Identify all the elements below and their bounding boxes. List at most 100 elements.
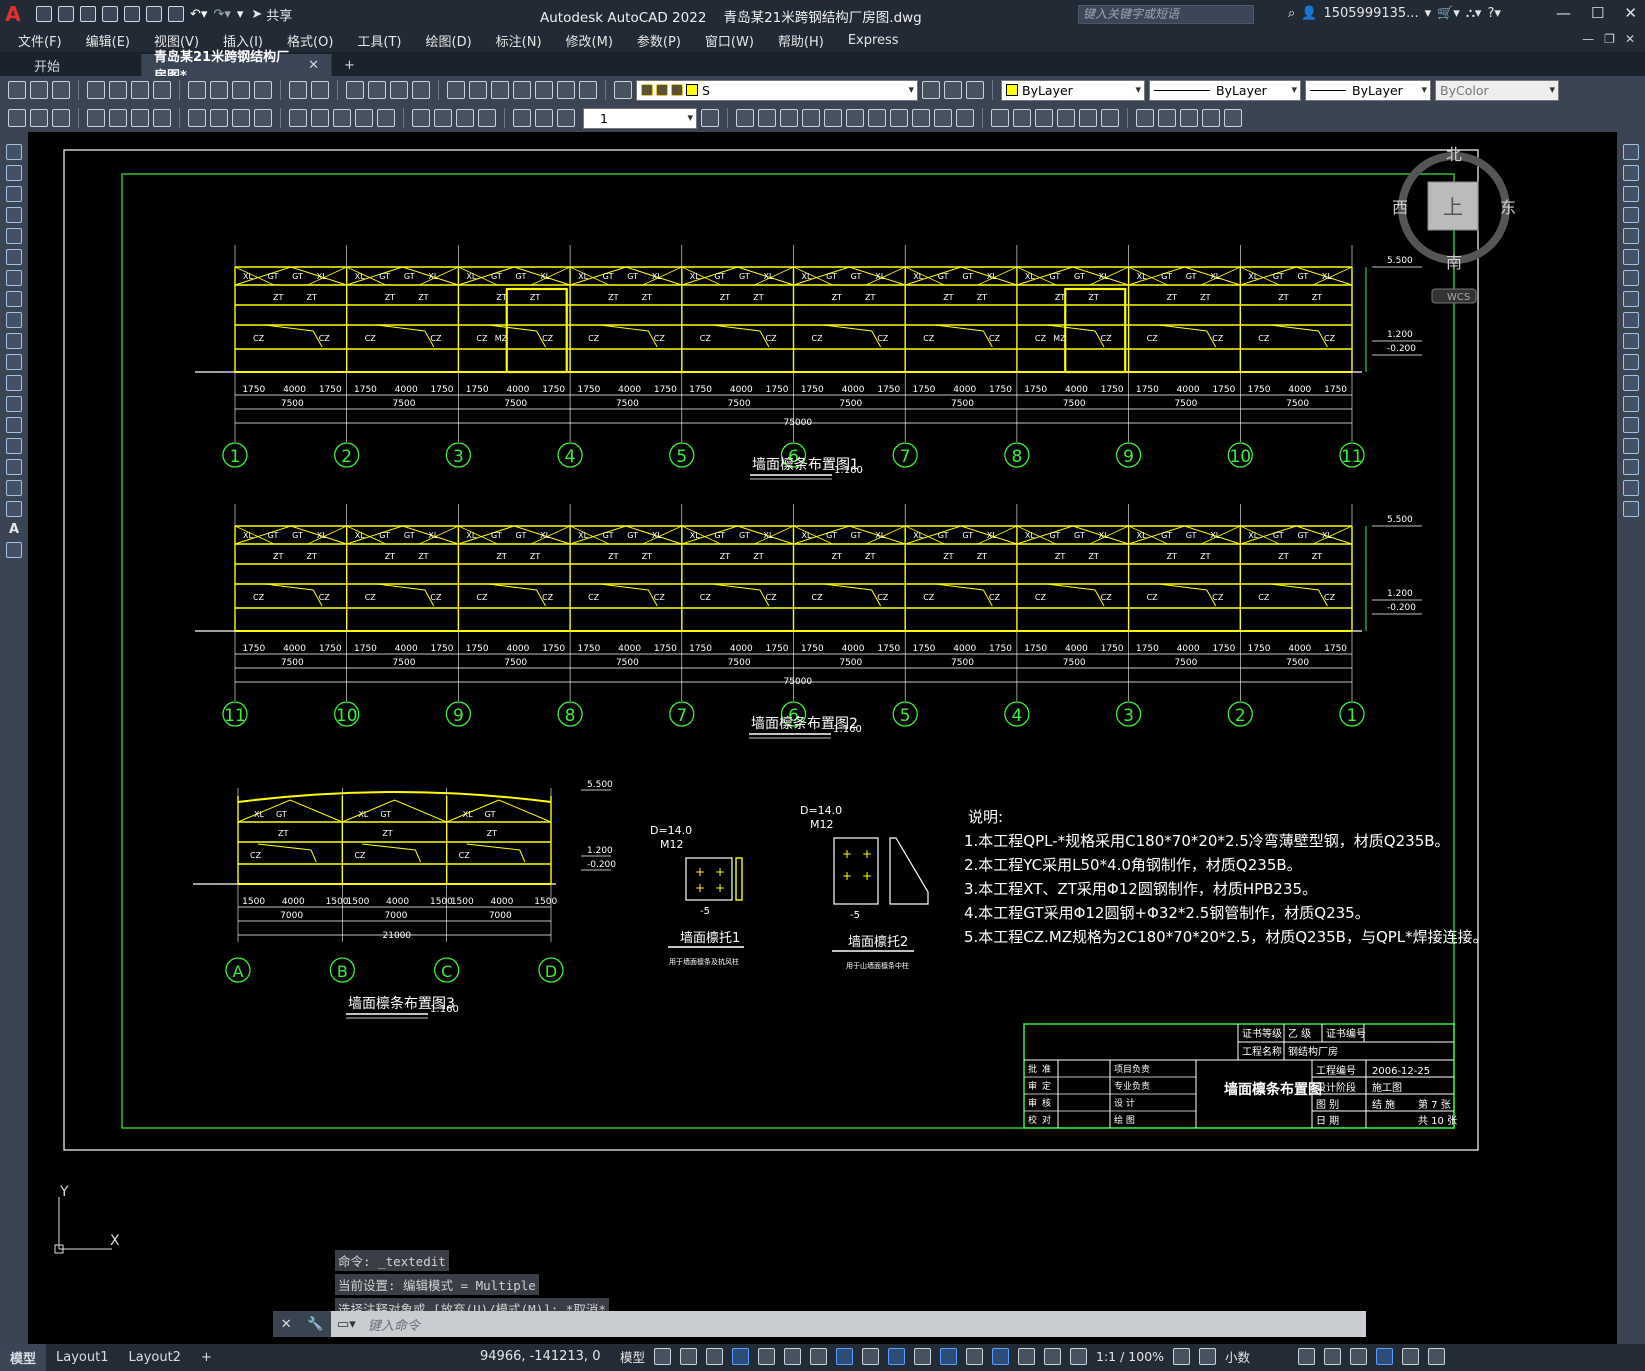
close-tab-icon[interactable]: ✕: [308, 58, 319, 73]
polar-icon[interactable]: [758, 1348, 776, 1365]
jog-linear-icon[interactable]: [478, 109, 496, 127]
send-back-icon[interactable]: [1180, 109, 1198, 127]
move-icon[interactable]: [846, 109, 864, 127]
tab-model[interactable]: 模型: [0, 1344, 47, 1371]
radius-icon[interactable]: [188, 109, 206, 127]
chamfer-icon[interactable]: [1623, 438, 1639, 454]
draw-order-icon[interactable]: [1136, 109, 1154, 127]
compass-east[interactable]: 东: [1500, 198, 1516, 217]
extend-icon[interactable]: [1623, 354, 1639, 370]
fillet-icon[interactable]: [1623, 459, 1639, 475]
cart-icon[interactable]: 🛒▾: [1437, 6, 1460, 21]
blend-icon[interactable]: [1623, 480, 1639, 496]
erase-icon[interactable]: [1623, 144, 1639, 160]
properties-icon[interactable]: [447, 81, 465, 99]
ordinate-icon[interactable]: [153, 109, 171, 127]
offset-icon[interactable]: [802, 109, 820, 127]
compass-north[interactable]: 北: [1446, 145, 1462, 164]
table-icon[interactable]: [6, 501, 22, 517]
maximize-button[interactable]: ☐: [1591, 4, 1604, 22]
line-icon[interactable]: [6, 144, 22, 160]
fillet-icon[interactable]: [1057, 109, 1075, 127]
stretch-icon[interactable]: [912, 109, 930, 127]
array-icon[interactable]: [1623, 228, 1639, 244]
linetype-combo[interactable]: ByLayer: [1149, 79, 1301, 101]
preview-icon[interactable]: [109, 81, 127, 99]
make-current-icon[interactable]: [922, 81, 940, 99]
continue-icon[interactable]: [333, 109, 351, 127]
cut-icon[interactable]: [188, 81, 206, 99]
infer-icon[interactable]: [706, 1348, 724, 1365]
model-space-canvas[interactable]: XL GT GT XL ZT ZT CZ CZ 1750 4000 1750 7500 1 XL GT GT X…: [28, 132, 1617, 1344]
match-prop-icon[interactable]: [254, 81, 272, 99]
isolate-objects-icon[interactable]: [1350, 1348, 1368, 1365]
stretch-icon[interactable]: [1623, 312, 1639, 328]
snap-icon[interactable]: [680, 1348, 698, 1365]
doc-minimize-button[interactable]: —: [1582, 32, 1594, 46]
annotation-scale[interactable]: 1:1 / 100%: [1096, 1349, 1164, 1364]
calculator-icon[interactable]: [557, 81, 575, 99]
mirror-icon[interactable]: [1623, 186, 1639, 202]
model-space-toggle[interactable]: 模型: [620, 1347, 645, 1366]
bring-front-icon[interactable]: [1158, 109, 1176, 127]
add-selected-icon[interactable]: [6, 542, 22, 558]
close-button[interactable]: ✕: [1624, 4, 1637, 22]
zoom-window-icon[interactable]: [390, 81, 408, 99]
dim-update-icon[interactable]: [557, 109, 575, 127]
hatch-back-icon[interactable]: [1224, 109, 1242, 127]
customize-cmd-icon[interactable]: 🔧: [307, 1317, 323, 1332]
menu-item-5[interactable]: 工具(T): [345, 31, 413, 50]
quick-properties-icon[interactable]: [1298, 1348, 1316, 1365]
layer-properties-icon[interactable]: [614, 81, 632, 99]
undo-icon[interactable]: ↶▾: [190, 7, 207, 22]
tab-layout1[interactable]: Layout1: [46, 1344, 118, 1371]
qnew-icon[interactable]: [8, 81, 26, 99]
menu-item-9[interactable]: 参数(P): [625, 31, 693, 50]
zoom-previous-icon[interactable]: [412, 81, 430, 99]
search-icon[interactable]: ⌕: [1288, 6, 1295, 21]
break-icon[interactable]: [991, 109, 1009, 127]
redo-icon[interactable]: ↷▾: [213, 7, 230, 22]
inspect-icon[interactable]: [456, 109, 474, 127]
dim-space-icon[interactable]: [355, 109, 373, 127]
print-icon[interactable]: [168, 6, 184, 22]
center-mark-icon[interactable]: [434, 109, 452, 127]
doc-restore-button[interactable]: ❐: [1604, 32, 1615, 46]
copy-icon[interactable]: [1623, 165, 1639, 181]
color-combo[interactable]: ByLayer: [1001, 79, 1145, 101]
dim-text-edit-icon[interactable]: [535, 109, 553, 127]
dimstyle-combo[interactable]: 1: [583, 107, 697, 129]
selection-filter-icon[interactable]: [992, 1348, 1010, 1365]
compass-south[interactable]: 南: [1446, 253, 1462, 272]
region-icon[interactable]: [6, 480, 22, 496]
help-icon[interactable]: [579, 81, 597, 99]
diameter-icon[interactable]: [232, 109, 250, 127]
object-track-icon[interactable]: [810, 1348, 828, 1365]
annotation-monitor-icon[interactable]: [1199, 1348, 1217, 1365]
join-icon[interactable]: [1013, 109, 1031, 127]
a360-icon[interactable]: ⛬▾: [1466, 6, 1482, 21]
customize-icon[interactable]: ▾: [237, 7, 244, 22]
menu-item-1[interactable]: 编辑(E): [74, 31, 142, 50]
transparency-icon[interactable]: [888, 1348, 906, 1365]
new-icon[interactable]: [36, 6, 52, 22]
layer-state-icon[interactable]: [966, 81, 984, 99]
menu-item-12[interactable]: Express: [836, 33, 911, 48]
explode-icon[interactable]: [1623, 501, 1639, 517]
angular-icon[interactable]: [254, 109, 272, 127]
osnap-icon[interactable]: [836, 1348, 854, 1365]
compass-west[interactable]: 西: [1392, 198, 1408, 217]
lineweight-icon[interactable]: [862, 1348, 880, 1365]
tool-palettes-icon[interactable]: [491, 81, 509, 99]
design-center-icon[interactable]: [469, 81, 487, 99]
polyline-icon[interactable]: [6, 186, 22, 202]
lock-ui-icon[interactable]: [1324, 1348, 1342, 1365]
menu-item-8[interactable]: 修改(M): [554, 31, 625, 50]
tab-drawing[interactable]: 青岛某21米跨钢结构厂房图*✕: [142, 50, 332, 84]
text-style-icon[interactable]: [30, 109, 48, 127]
open-icon[interactable]: [58, 6, 74, 22]
hatch-icon[interactable]: [6, 438, 22, 454]
recent-commands-icon[interactable]: ▭▾: [337, 1317, 356, 1332]
autocad-logo-icon[interactable]: A: [0, 0, 26, 28]
point-icon[interactable]: [6, 417, 22, 433]
